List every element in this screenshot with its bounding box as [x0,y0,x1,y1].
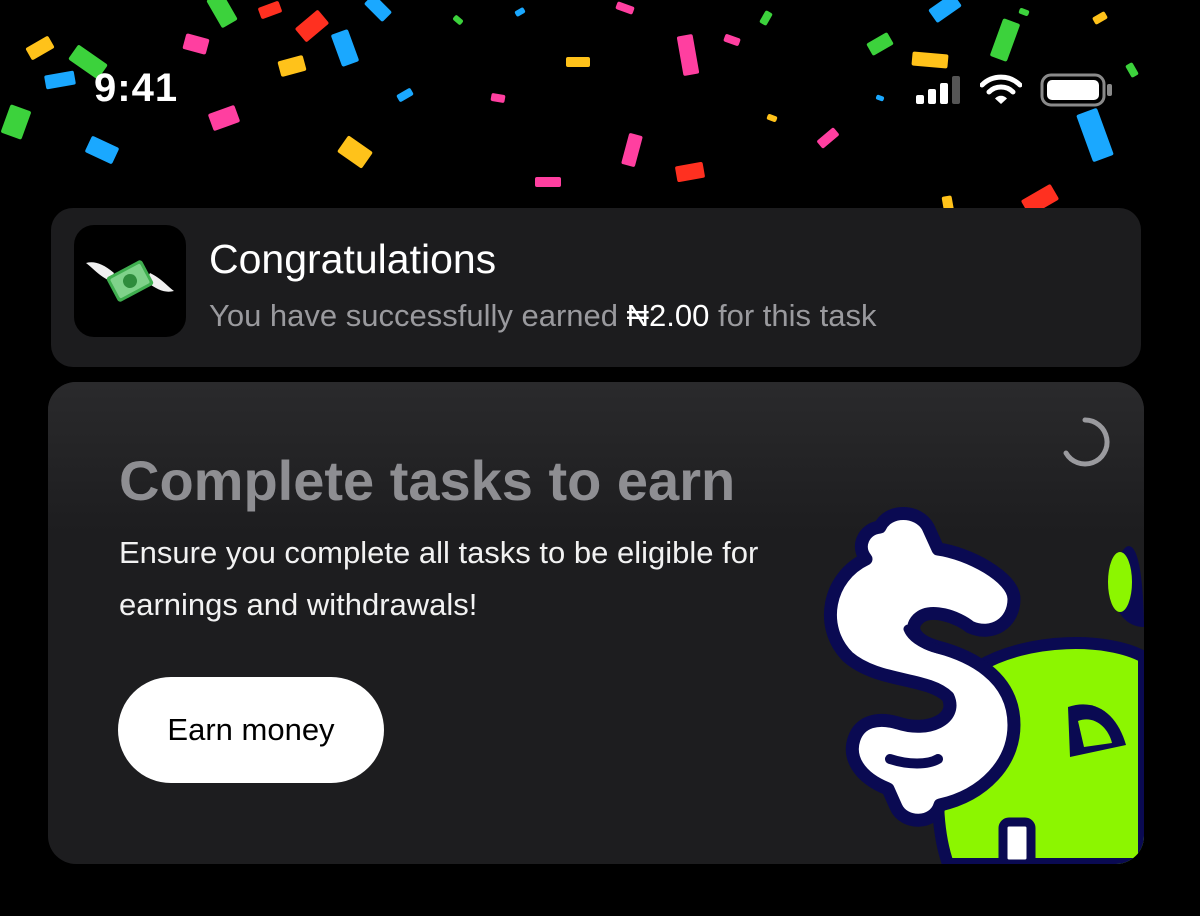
toast-message: You have successfully earned ₦2.00 for t… [209,298,876,334]
toast-icon-container [74,225,186,337]
status-time: 9:41 [94,66,179,110]
card-title: Complete tasks to earn [119,449,736,512]
wifi-icon [980,74,1022,104]
toast-message-prefix: You have successfully earned [209,298,627,333]
battery-icon [1040,73,1112,107]
earned-amount: ₦2.00 [626,298,710,333]
earn-card: Complete tasks to earn Ensure you comple… [48,382,1144,864]
earn-money-button[interactable]: Earn money [118,677,384,783]
status-icons [914,72,1114,108]
toast-title: Congratulations [209,236,497,282]
success-toast: Congratulations You have successfully ea… [51,208,1141,367]
dollar-mascot-illustration [823,507,1144,864]
card-description: Ensure you complete all tasks to be elig… [119,535,759,622]
toast-message-suffix: for this task [709,298,877,333]
status-bar: 9:41 [0,0,1200,180]
loading-spinner-icon [1063,417,1110,467]
cellular-signal-icon [916,76,960,104]
money-with-wings-icon [86,260,174,302]
